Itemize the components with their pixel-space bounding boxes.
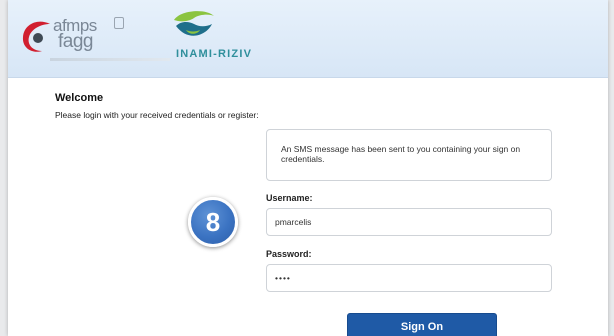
login-window: afmps fagg INAMI-RIZIV Welcome Please lo… (8, 0, 608, 336)
password-label: Password: (266, 249, 312, 259)
welcome-heading: Welcome (55, 92, 104, 104)
fagg-wordmark: fagg (58, 31, 93, 52)
afmps-swirl-icon (22, 21, 50, 52)
inami-wordmark: INAMI-RIZIV (176, 48, 253, 60)
afmps-logo: afmps fagg (20, 12, 170, 64)
header-banner: afmps fagg INAMI-RIZIV (8, 0, 608, 78)
afmps-tag-icon (114, 17, 124, 29)
step-number-badge: 8 (188, 197, 238, 247)
sign-on-button[interactable]: Sign On (347, 313, 497, 336)
sms-notice-text: An SMS message has been sent to you cont… (281, 144, 521, 164)
inami-logo: INAMI-RIZIV (158, 10, 268, 66)
sms-notice-box: An SMS message has been sent to you cont… (266, 129, 552, 181)
username-input[interactable]: pmarcelis (266, 208, 552, 236)
password-input[interactable]: •••• (266, 264, 552, 292)
inami-emblem-icon (174, 11, 214, 36)
afmps-underline (50, 58, 170, 61)
username-label: Username: (266, 193, 313, 203)
login-instructions: Please login with your received credenti… (55, 110, 259, 120)
